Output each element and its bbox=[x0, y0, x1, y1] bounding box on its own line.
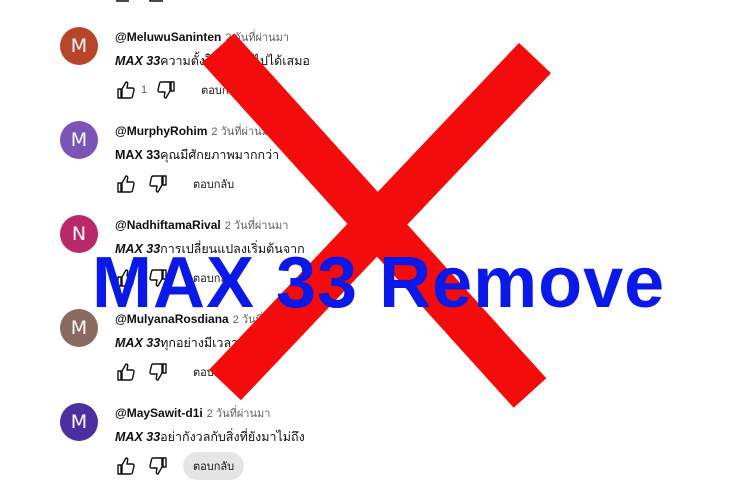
comment-time[interactable]: 2 วันที่ผ่านมา bbox=[225, 220, 289, 232]
comment-header: @NadhiftamaRival 2 วันที่ผ่านมา bbox=[115, 216, 288, 234]
comment-text: MAX 33ทุกอย่างมีเวลาของมัน bbox=[115, 333, 277, 353]
avatar[interactable]: M bbox=[60, 121, 98, 159]
author-name[interactable]: @MeluwuSaninten bbox=[115, 30, 221, 44]
comment-text: MAX 33คุณมีศักยภาพมากกว่า bbox=[115, 145, 279, 165]
avatar[interactable]: M bbox=[60, 403, 98, 441]
comment-item: M @MurphyRohim 2 วันที่ผ่านมา MAX 33คุณมี… bbox=[60, 121, 660, 201]
previous-comment-actions bbox=[115, 0, 175, 12]
thumbs-up-icon[interactable] bbox=[115, 173, 137, 195]
thumbs-up-icon[interactable] bbox=[115, 455, 137, 477]
comment-body: คุณมีศักยภาพมากกว่า bbox=[160, 148, 280, 162]
comment-time[interactable]: 2 วันที่ผ่านมา bbox=[211, 126, 275, 138]
comment-body: ความตั้งใจพาคุณไปได้เสมอ bbox=[160, 54, 310, 68]
comment-actions: ตอบกลับ bbox=[115, 360, 244, 384]
comment-body: ทุกอย่างมีเวลาของมัน bbox=[160, 336, 278, 350]
thumbs-down-icon[interactable] bbox=[147, 173, 169, 195]
author-name[interactable]: @MurphyRohim bbox=[115, 124, 207, 138]
brand-text: MAX 33 bbox=[115, 336, 161, 350]
comment-header: @MaySawit-d1i 2 วันที่ผ่านมา bbox=[115, 404, 270, 422]
thumbs-down-icon[interactable] bbox=[147, 361, 169, 383]
comment-item: M @MaySawit-d1i 2 วันที่ผ่านมา MAX 33อย่า… bbox=[60, 403, 660, 483]
comment-item: M @MeluwuSaninten 2 วันที่ผ่านมา MAX 33คว… bbox=[60, 27, 660, 107]
reply-button[interactable]: ตอบกลับ bbox=[183, 170, 244, 198]
like-count: 1 bbox=[141, 84, 148, 96]
comment-actions: ตอบกลับ bbox=[115, 452, 245, 480]
author-name[interactable]: @NadhiftamaRival bbox=[115, 218, 221, 232]
reply-button[interactable]: ตอบกลับ bbox=[183, 358, 244, 386]
comment-text: MAX 33อย่ากังวลกับสิ่งที่ยังมาไม่ถึง bbox=[115, 427, 305, 447]
thumbs-down-icon[interactable] bbox=[155, 79, 177, 101]
comment-actions: ตอบกลับ bbox=[115, 172, 244, 196]
thumbs-up-icon[interactable] bbox=[115, 361, 137, 383]
author-name[interactable]: @MaySawit-d1i bbox=[115, 406, 203, 420]
comment-header: @MeluwuSaninten 2 วันที่ผ่านมา bbox=[115, 28, 289, 46]
reply-button[interactable]: ตอบกลับ bbox=[183, 452, 245, 480]
comment-text: MAX 33ความตั้งใจพาคุณไปได้เสมอ bbox=[115, 51, 310, 71]
thumbs-up-icon[interactable] bbox=[115, 79, 137, 101]
reply-button[interactable]: ตอบกลับ bbox=[191, 76, 252, 104]
brand-text: MAX 33 bbox=[115, 54, 161, 68]
avatar[interactable]: M bbox=[60, 27, 98, 65]
comment-body: อย่ากังวลกับสิ่งที่ยังมาไม่ถึง bbox=[160, 430, 305, 444]
overlay-title: MAX 33 Remove bbox=[92, 243, 666, 323]
comment-time[interactable]: 2 วันที่ผ่านมา bbox=[207, 408, 271, 420]
brand-text: MAX 33 bbox=[115, 148, 161, 162]
brand-text: MAX 33 bbox=[115, 430, 161, 444]
thumbs-down-icon[interactable] bbox=[147, 455, 169, 477]
comment-header: @MurphyRohim 2 วันที่ผ่านมา bbox=[115, 122, 275, 140]
comment-time[interactable]: 2 วันที่ผ่านมา bbox=[225, 32, 289, 44]
thumbs-up-icon[interactable] bbox=[115, 0, 175, 7]
comment-actions: 1 ตอบกลับ bbox=[115, 78, 252, 102]
